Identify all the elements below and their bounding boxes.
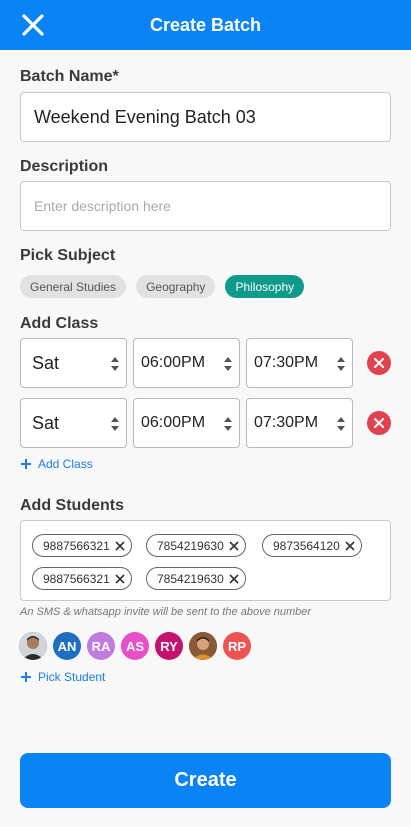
add-class-button[interactable]: Add Class [20, 457, 93, 471]
phone-number: 7854219630 [157, 538, 224, 553]
updown-arrows-icon [224, 357, 232, 371]
end-time-value: 07:30PM [254, 354, 319, 371]
add-students-label: Add Students [20, 497, 124, 514]
end-time-value: 07:30PM [254, 414, 319, 431]
day-value: Sat [32, 412, 60, 433]
start-time-select[interactable]: 06:00PM [133, 398, 240, 448]
invite-hint: An SMS & whatsapp invite will be sent to… [20, 606, 312, 618]
plus-icon [21, 672, 31, 682]
students-input[interactable]: 9887566321 7854219630 9873564120 9887566… [20, 520, 391, 601]
phone-number: 7854219630 [157, 571, 224, 586]
avatar[interactable]: RY [155, 632, 183, 660]
batch-name-label: Batch Name* [20, 68, 119, 85]
day-select[interactable]: Sat [20, 338, 127, 388]
description-input[interactable] [20, 181, 391, 231]
description-label: Description [20, 158, 109, 175]
phone-number: 9873564120 [273, 538, 340, 553]
batch-name-input[interactable] [20, 92, 391, 142]
start-time-value: 06:00PM [141, 354, 206, 371]
updown-arrows-icon [224, 417, 232, 431]
close-icon [374, 358, 384, 368]
avatar[interactable]: RA [87, 632, 115, 660]
person-photo-icon [19, 632, 47, 660]
avatar[interactable] [19, 632, 47, 660]
updown-arrows-icon [337, 417, 345, 431]
day-value: Sat [32, 352, 60, 373]
avatar[interactable]: AN [53, 632, 81, 660]
close-button[interactable] [20, 12, 46, 38]
updown-arrows-icon [111, 417, 119, 431]
person-photo-icon [189, 632, 217, 660]
subject-chip-general-studies[interactable]: General Studies [20, 275, 127, 298]
day-select[interactable]: Sat [20, 398, 127, 448]
add-class-label: Add Class [20, 315, 99, 332]
close-icon[interactable] [229, 540, 239, 551]
start-time-select[interactable]: 06:00PM [133, 338, 240, 388]
subject-chip-philosophy[interactable]: Philosophy [225, 275, 305, 298]
plus-icon [21, 459, 31, 469]
student-avatars: AN RA AS RY RP [19, 632, 251, 660]
subject-chips: General Studies Geography Philosophy [20, 275, 305, 298]
app-header: Create Batch [0, 0, 411, 50]
avatar[interactable]: AS [121, 632, 149, 660]
phone-tag: 9873564120 [262, 534, 362, 557]
phone-tag: 7854219630 [146, 534, 246, 557]
close-icon[interactable] [115, 573, 125, 584]
create-button[interactable]: Create [20, 753, 391, 808]
close-icon[interactable] [115, 540, 125, 551]
class-row: Sat 06:00PM 07:30PM [20, 398, 391, 448]
subject-chip-geography[interactable]: Geography [136, 275, 216, 298]
updown-arrows-icon [337, 357, 345, 371]
start-time-value: 06:00PM [141, 414, 206, 431]
pick-student-button[interactable]: Pick Student [20, 670, 105, 684]
remove-class-button[interactable] [367, 351, 391, 375]
updown-arrows-icon [111, 357, 119, 371]
end-time-select[interactable]: 07:30PM [246, 398, 353, 448]
class-row: Sat 06:00PM 07:30PM [20, 338, 391, 388]
pick-student-link-label: Pick Student [38, 670, 106, 684]
add-class-link-label: Add Class [38, 457, 93, 471]
page-title: Create Batch [149, 14, 262, 35]
avatar[interactable]: RP [223, 632, 251, 660]
phone-tag: 7854219630 [146, 567, 246, 590]
close-icon [374, 418, 384, 428]
close-icon [22, 14, 44, 36]
pick-subject-label: Pick Subject [20, 247, 116, 264]
close-icon[interactable] [345, 540, 355, 551]
avatar[interactable] [189, 632, 217, 660]
phone-number: 9887566321 [43, 538, 110, 553]
phone-tag: 9887566321 [32, 567, 132, 590]
remove-class-button[interactable] [367, 411, 391, 435]
phone-tag: 9887566321 [32, 534, 132, 557]
end-time-select[interactable]: 07:30PM [246, 338, 353, 388]
phone-number: 9887566321 [43, 571, 110, 586]
close-icon[interactable] [229, 573, 239, 584]
